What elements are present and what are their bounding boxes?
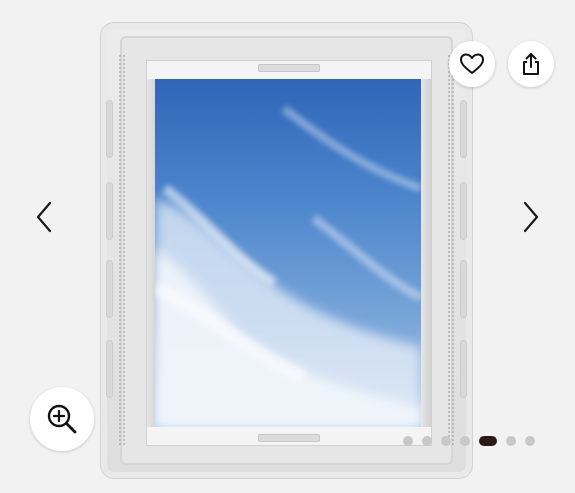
left-slot <box>106 100 113 158</box>
top-handle <box>258 64 320 72</box>
pagination-dot[interactable] <box>441 436 451 446</box>
product-image[interactable] <box>100 22 473 479</box>
previous-image-button[interactable] <box>24 194 64 240</box>
share-icon <box>523 53 539 75</box>
pagination-dot[interactable] <box>422 436 432 446</box>
bottom-handle <box>258 434 320 442</box>
favorite-button[interactable] <box>449 41 495 87</box>
right-slot <box>460 182 467 240</box>
right-slot <box>460 340 467 398</box>
chevron-left-icon <box>36 201 52 233</box>
chevron-right-icon <box>523 201 539 233</box>
blind-edge-right <box>421 79 431 427</box>
next-image-button[interactable] <box>511 194 551 240</box>
zoom-button[interactable] <box>30 387 94 451</box>
cloud-layer <box>155 105 421 427</box>
left-slot <box>106 340 113 398</box>
left-slot <box>106 182 113 240</box>
heart-icon <box>460 53 484 74</box>
pagination-dot[interactable] <box>403 436 413 446</box>
window-pane-rim <box>146 60 432 446</box>
share-button[interactable] <box>508 41 554 87</box>
pagination-dot-active[interactable] <box>479 436 497 446</box>
right-slot <box>460 100 467 158</box>
image-pagination-dots <box>403 436 535 446</box>
left-vent-grille <box>118 54 126 447</box>
zoom-in-icon <box>47 404 77 434</box>
right-slot <box>460 260 467 318</box>
pagination-dot[interactable] <box>525 436 535 446</box>
pagination-dot[interactable] <box>460 436 470 446</box>
left-slot <box>106 260 113 318</box>
pagination-dot[interactable] <box>506 436 516 446</box>
image-gallery <box>0 0 575 493</box>
right-vent-grille <box>447 54 455 447</box>
sky-view <box>155 79 421 427</box>
